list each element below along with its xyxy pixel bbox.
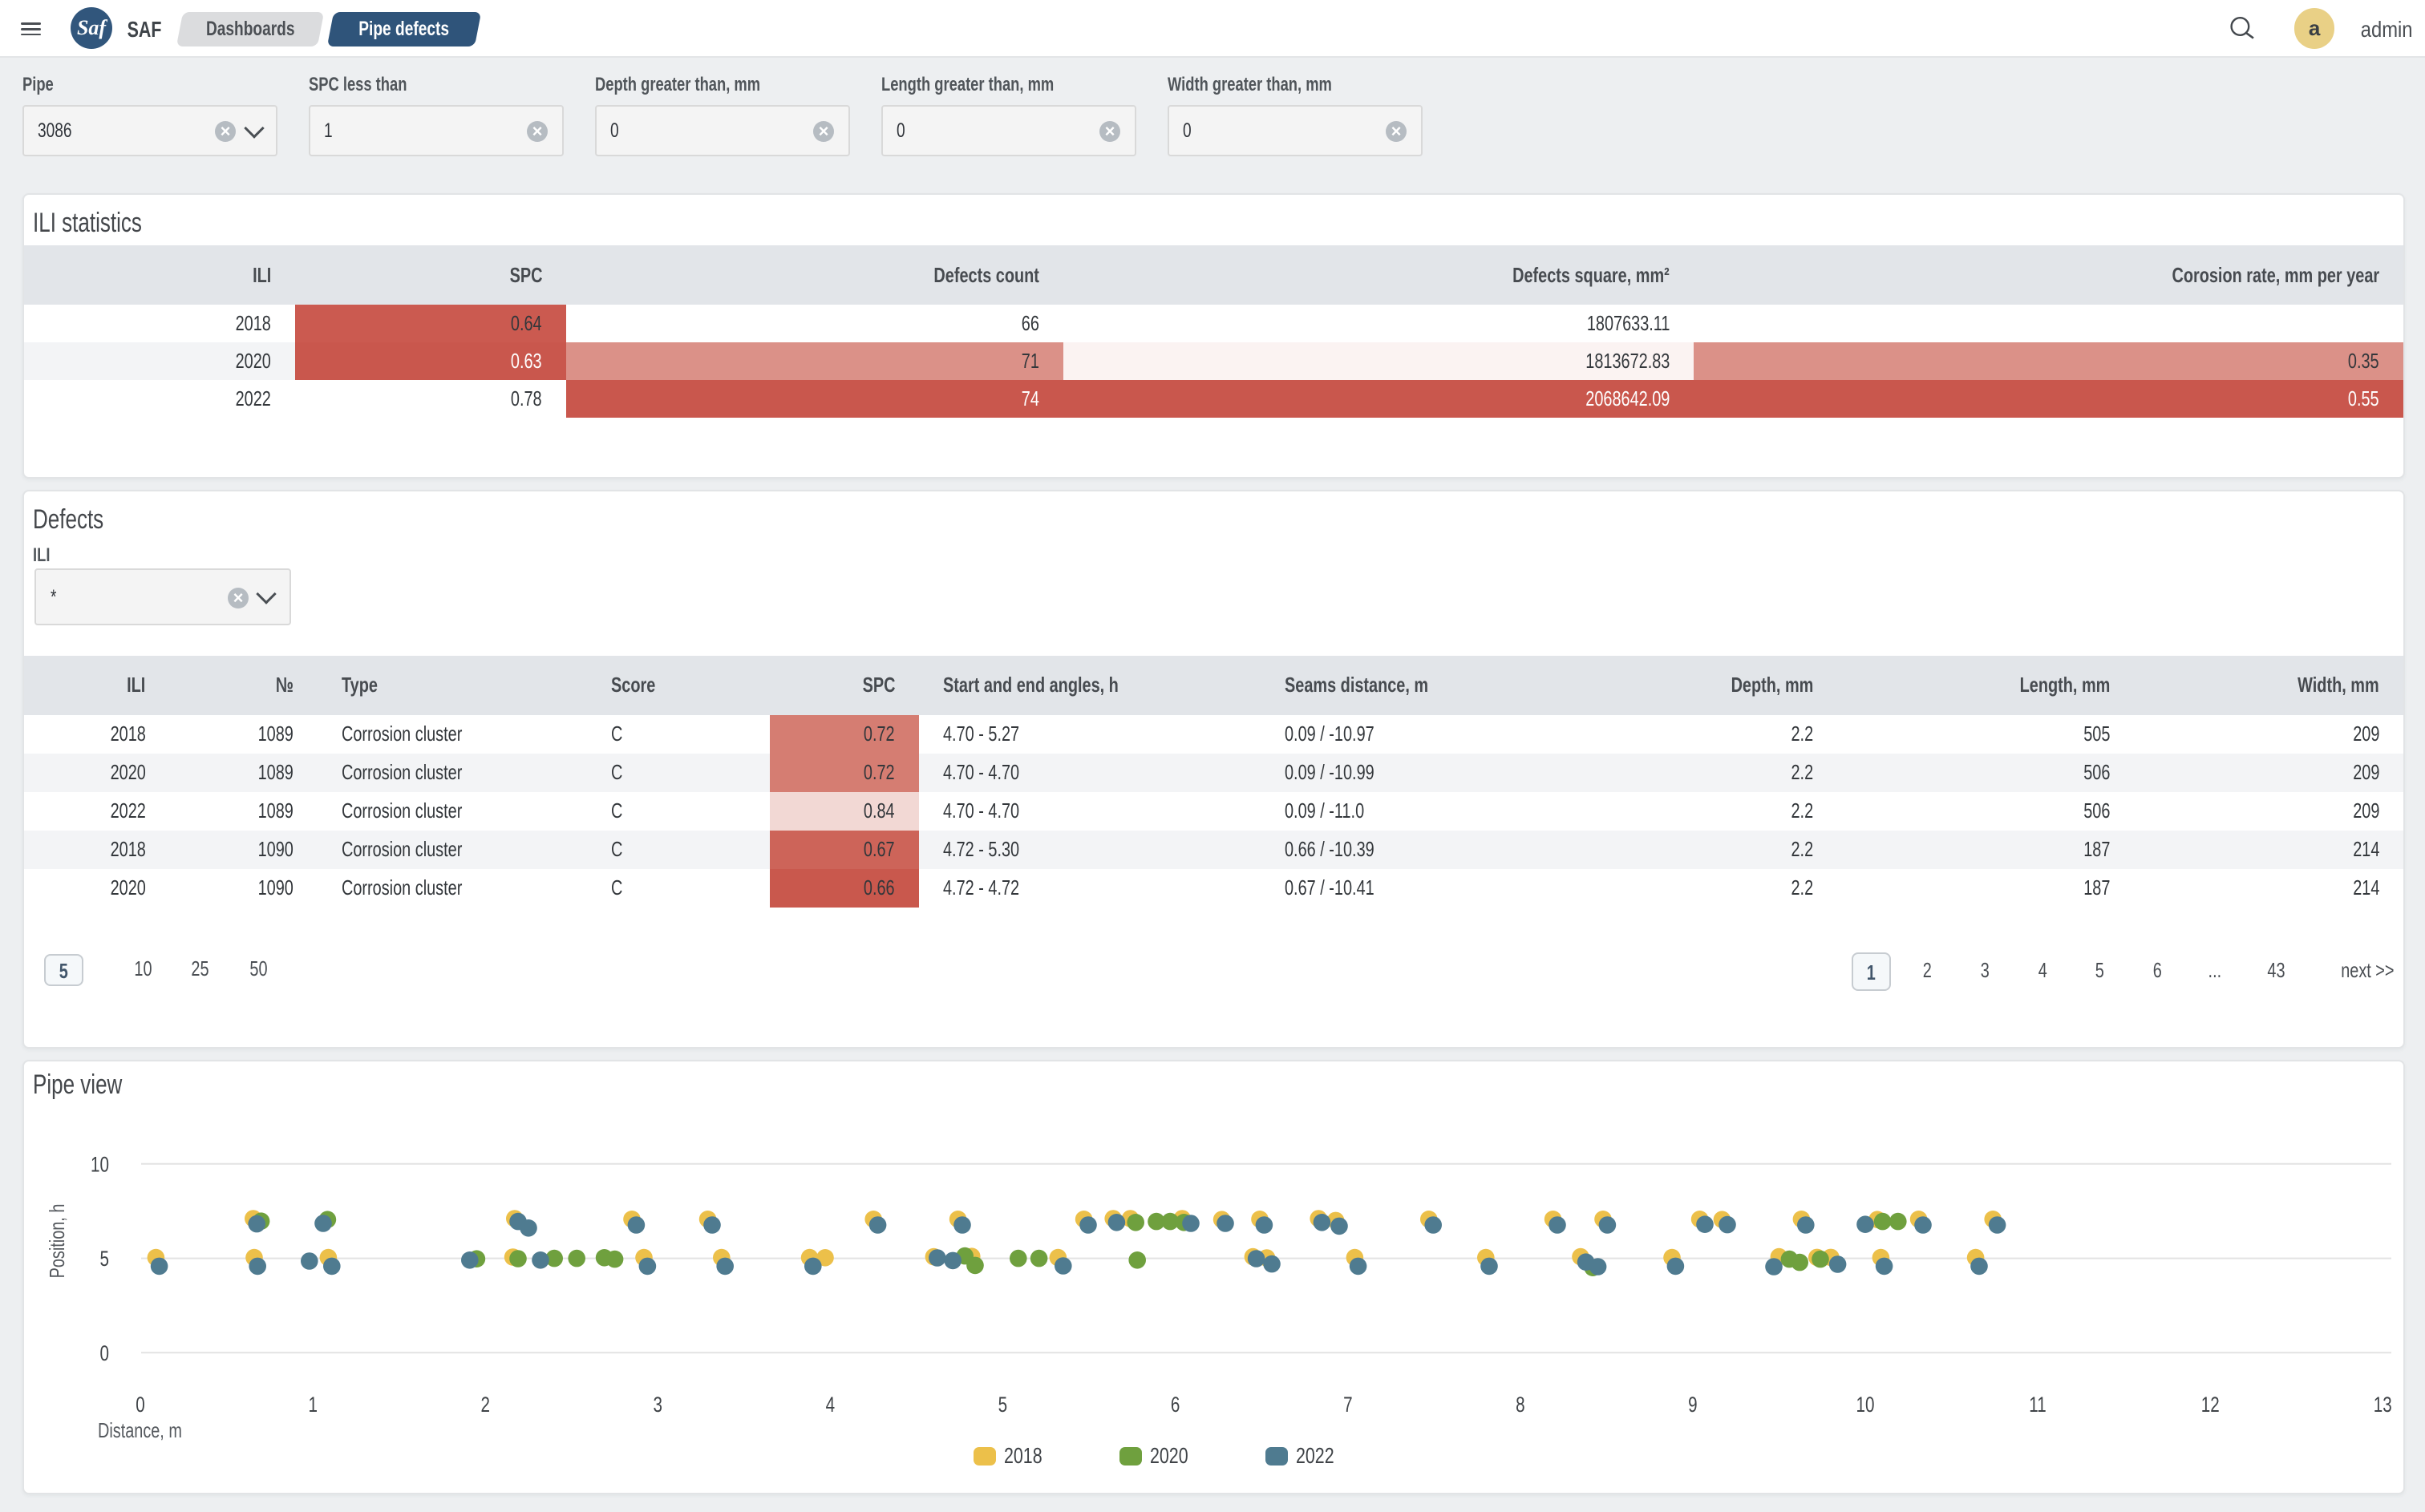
svg-text:11: 11 — [2029, 1393, 2046, 1417]
svg-text:6: 6 — [1171, 1393, 1180, 1417]
svg-text:2: 2 — [480, 1393, 489, 1417]
svg-text:9: 9 — [1688, 1393, 1697, 1417]
svg-text:Distance, m: Distance, m — [98, 1418, 182, 1441]
svg-text:3: 3 — [653, 1393, 662, 1417]
svg-text:4: 4 — [826, 1393, 835, 1417]
svg-text:0: 0 — [136, 1393, 144, 1417]
svg-text:5: 5 — [100, 1247, 109, 1271]
svg-text:8: 8 — [1516, 1393, 1524, 1417]
svg-text:2018: 2018 — [1004, 1443, 1042, 1468]
svg-text:10: 10 — [91, 1152, 109, 1176]
svg-text:12: 12 — [2201, 1393, 2220, 1417]
svg-text:1: 1 — [308, 1393, 317, 1417]
svg-text:5: 5 — [998, 1393, 1007, 1417]
svg-text:13: 13 — [2374, 1393, 2392, 1417]
svg-text:2022: 2022 — [1296, 1443, 1334, 1468]
svg-text:2020: 2020 — [1150, 1443, 1188, 1468]
svg-text:0: 0 — [100, 1341, 109, 1365]
svg-text:10: 10 — [1856, 1393, 1875, 1417]
svg-text:7: 7 — [1343, 1393, 1352, 1417]
svg-text:Position, h: Position, h — [45, 1203, 68, 1278]
